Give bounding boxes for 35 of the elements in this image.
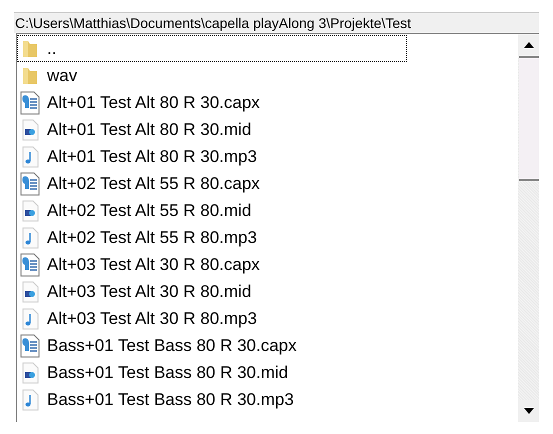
music-file-icon <box>21 388 39 410</box>
file-item[interactable]: Alt+02 Test Alt 55 R 80.mid <box>17 197 407 224</box>
midi-file-icon <box>21 200 39 222</box>
midi-file-icon <box>21 362 39 384</box>
down-arrow-icon <box>524 408 534 414</box>
file-item[interactable]: Alt+03 Test Alt 30 R 80.mp3 <box>17 305 407 332</box>
document-icon <box>20 334 40 358</box>
file-item[interactable]: Alt+02 Test Alt 55 R 80.capx <box>17 170 407 197</box>
file-item[interactable]: Bass+01 Test Bass 80 R 30.capx <box>17 332 407 359</box>
file-item[interactable]: Alt+01 Test Alt 80 R 30.capx <box>17 89 407 116</box>
music-file-icon <box>21 226 39 248</box>
up-arrow-icon <box>524 42 534 48</box>
music-file-icon <box>21 308 39 330</box>
scroll-thumb[interactable] <box>519 56 539 181</box>
folder-path: C:\Users\Matthias\Documents\capella playAlong 3\Projekte\Test <box>14 12 539 33</box>
file-item[interactable]: Alt+02 Test Alt 55 R 80.mp3 <box>17 224 407 251</box>
file-item[interactable]: Alt+03 Test Alt 30 R 80.mid <box>17 278 407 305</box>
file-item[interactable]: Alt+01 Test Alt 80 R 30.mid <box>17 116 407 143</box>
scroll-up-button[interactable] <box>518 34 539 56</box>
music-file-icon <box>21 146 39 168</box>
scroll-down-button[interactable] <box>518 400 539 422</box>
document-icon <box>20 90 40 114</box>
midi-file-icon <box>21 118 39 140</box>
file-item[interactable]: Bass+01 Test Bass 80 R 30.mp3 <box>17 386 407 413</box>
file-item[interactable]: Alt+03 Test Alt 30 R 80.capx <box>17 251 407 278</box>
folder-icon <box>21 66 39 86</box>
folder-icon <box>21 38 39 58</box>
file-item[interactable]: Alt+01 Test Alt 80 R 30.mp3 <box>17 143 407 170</box>
file-item[interactable]: wav <box>17 62 407 89</box>
document-icon <box>20 172 40 196</box>
scrollbar[interactable] <box>518 34 539 422</box>
document-icon <box>20 252 40 276</box>
midi-file-icon <box>21 280 39 302</box>
file-item[interactable]: Bass+01 Test Bass 80 R 30.mid <box>17 359 407 386</box>
file-item[interactable]: .. <box>17 35 407 62</box>
